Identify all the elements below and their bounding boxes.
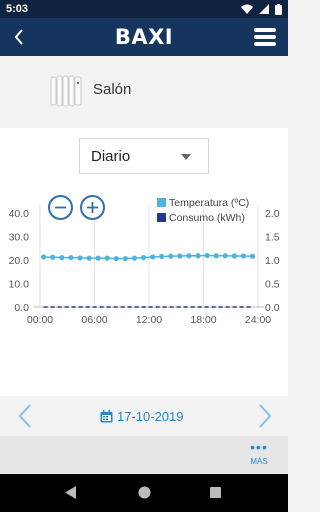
more-label: MÁS [250,457,268,466]
battery-icon [275,3,282,15]
temperature-point [240,253,247,259]
temperature-point [59,255,65,261]
x-tick-label: 18:00 [190,314,216,326]
zoom-in-button[interactable] [80,195,105,220]
calendar-icon [100,409,113,422]
temperature-point [249,253,256,259]
signal-icon [259,4,269,14]
y-right-tick-label: 0.0 [265,302,280,314]
temperature-point [86,255,92,261]
caret-down-icon [181,154,191,160]
home-circle-icon[interactable] [138,486,151,499]
temperature-point [41,254,47,260]
y-left-tick-label: 10.0 [9,279,30,291]
menu-button[interactable] [254,28,276,46]
temperature-point [131,255,138,261]
device-header [0,56,288,128]
minus-icon [55,206,66,209]
status-bar: 5:03 [0,0,288,18]
temperature-point [77,255,83,261]
plus-icon [87,202,98,213]
temperature-point [231,253,237,259]
temperature-point [195,253,201,259]
temperature-point [204,252,210,259]
y-right-tick-label: 1.5 [265,232,280,244]
temperature-point [159,253,165,260]
device-name: Salón [93,81,132,98]
x-tick-label: 12:00 [136,314,162,326]
chart-legend: Temperatura (ºC) Consumo (kWh) [157,195,249,225]
temperature-point [168,253,174,259]
y-left-tick-label: 20.0 [9,255,30,267]
temperature-point [140,255,147,261]
temperature-point [150,254,156,260]
bottom-bar [0,436,288,474]
chevron-right-icon [259,404,272,428]
y-right-tick-label: 1.0 [265,255,280,267]
x-tick-label: 06:00 [81,314,107,326]
back-triangle-icon[interactable] [65,486,77,499]
x-tick-label: 00:00 [27,314,53,326]
temperature-point [68,255,74,261]
system-navigation-bar [0,474,288,512]
baxi-logo: BAXI [114,25,174,49]
previous-date-button[interactable] [14,402,38,430]
temperature-point [122,255,128,262]
y-left-tick-label: 0.0 [14,302,29,314]
legend-swatch-temperature [157,198,166,207]
chevron-left-icon [14,29,23,45]
chevron-left-icon [18,404,31,428]
next-date-button[interactable] [252,402,276,430]
status-time: 5:03 [6,3,29,15]
temperature-point [222,253,228,259]
wifi-icon [241,4,253,14]
temperature-point [104,255,110,261]
legend-consumption: Consumo (kWh) [157,210,249,225]
legend-label-temperature: Temperatura (ºC) [169,196,250,209]
recents-square-icon[interactable] [210,487,221,498]
hamburger-icon-bar [254,28,276,32]
temperature-line [43,254,253,260]
y-left-tick-label: 40.0 [9,208,30,220]
hamburger-icon-bar [254,42,276,46]
radiator-icon [50,75,82,107]
temperature-point [95,255,101,261]
app-header: BAXI [0,18,288,56]
back-button[interactable] [6,18,32,56]
y-left-tick-label: 30.0 [9,232,30,244]
more-dots-icon: ••• [250,439,268,455]
zoom-out-button[interactable] [48,195,73,220]
selected-date: 17-10-2019 [117,408,184,424]
x-tick-label: 24:00 [245,314,271,326]
legend-temperature: Temperatura (ºC) [157,195,249,210]
temperature-point [113,255,119,262]
hamburger-icon-bar [254,35,276,39]
period-dropdown-value: Diario [91,147,131,165]
more-button[interactable]: ••• MÁS [246,439,272,466]
temperature-point [213,253,219,259]
legend-swatch-consumption [157,213,166,222]
date-picker[interactable]: 17-10-2019 [100,406,184,426]
temperature-point [186,253,192,259]
y-right-tick-label: 2.0 [265,208,280,220]
temperature-point [50,254,56,260]
temperature-point [177,253,183,259]
period-dropdown[interactable]: Diario [79,138,209,174]
y-right-tick-label: 0.5 [265,279,280,291]
legend-label-consumption: Consumo (kWh) [169,211,245,224]
